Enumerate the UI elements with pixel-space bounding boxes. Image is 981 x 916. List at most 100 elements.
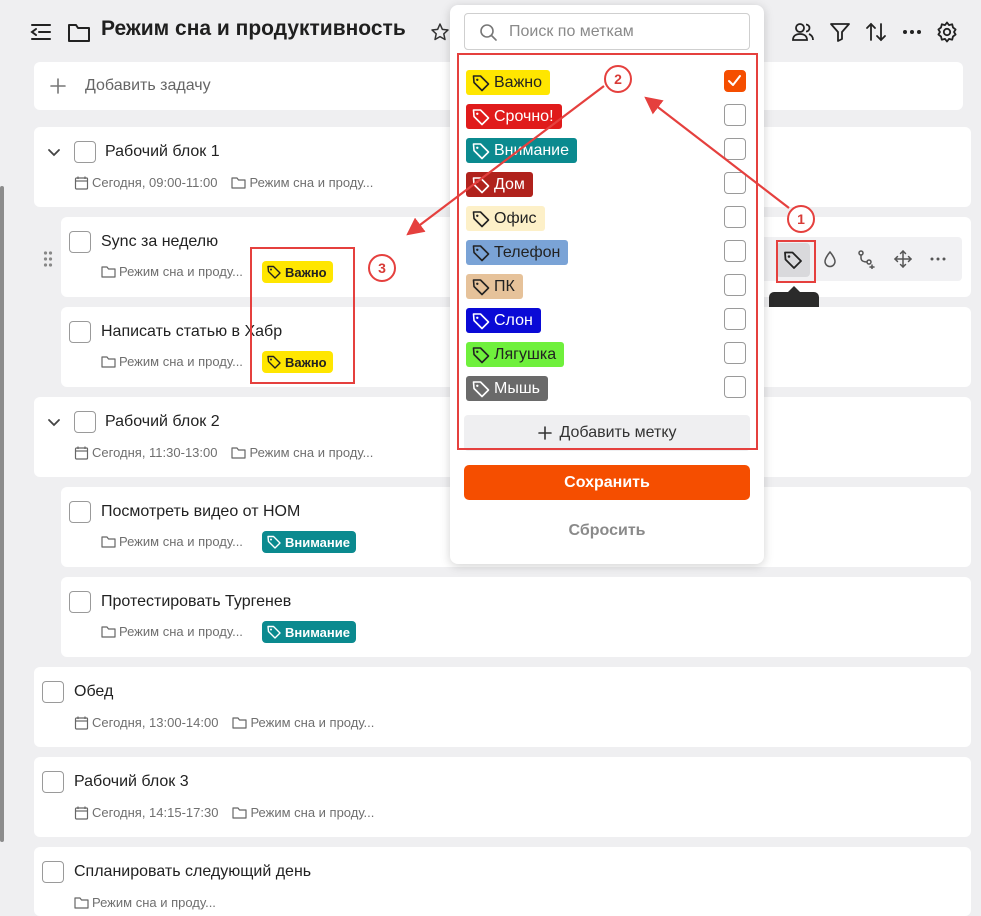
label-option[interactable]: Дом xyxy=(464,169,750,199)
task-checkbox[interactable] xyxy=(42,861,64,883)
task-checkbox[interactable] xyxy=(69,501,91,523)
label-name: Срочно! xyxy=(494,107,554,125)
menu-collapse-icon[interactable] xyxy=(30,22,52,42)
label-checkbox[interactable] xyxy=(724,172,746,194)
task-checkbox[interactable] xyxy=(69,321,91,343)
calendar-icon xyxy=(74,446,89,460)
calendar-icon xyxy=(74,176,89,190)
filter-icon[interactable] xyxy=(828,20,852,44)
task-project[interactable]: Режим сна и проду... xyxy=(119,264,243,279)
task-project[interactable]: Режим сна и проду... xyxy=(119,354,243,369)
move-icon[interactable] xyxy=(893,249,913,269)
tag-icon xyxy=(472,210,490,227)
label-checkbox[interactable] xyxy=(724,240,746,262)
label-chip[interactable]: Офис xyxy=(466,206,545,231)
task-project[interactable]: Режим сна и проду... xyxy=(250,715,374,730)
scrollbar[interactable] xyxy=(0,186,4,842)
folder-icon xyxy=(101,626,116,638)
save-button[interactable]: Сохранить xyxy=(464,465,750,500)
task-project[interactable]: Режим сна и проду... xyxy=(119,534,243,549)
label-chip[interactable]: Телефон xyxy=(466,240,569,265)
labels-popup: Важно Срочно! Внимание Дом Офис Телефон ПК Слон… xyxy=(450,5,764,564)
label-option[interactable]: Слон xyxy=(464,305,750,335)
label-option[interactable]: ПК xyxy=(464,271,750,301)
users-icon[interactable] xyxy=(791,20,815,44)
task-project[interactable]: Режим сна и проду... xyxy=(250,805,374,820)
label-chip[interactable]: Слон xyxy=(466,308,541,333)
label-name: Мышь xyxy=(494,379,540,397)
reset-button[interactable]: Сбросить xyxy=(464,517,750,545)
add-subtask-icon[interactable] xyxy=(856,249,876,269)
task-project[interactable]: Режим сна и проду... xyxy=(92,895,216,910)
task-meta: Сегодня, 09:00-11:00 Режим сна и проду..… xyxy=(74,175,373,190)
task-card[interactable]: Рабочий блок 3 Сегодня, 14:15-17:30 Режи… xyxy=(34,757,971,837)
folder-icon xyxy=(232,807,248,819)
task-tag[interactable]: Внимание xyxy=(262,531,356,553)
task-checkbox[interactable] xyxy=(69,591,91,613)
task-meta: Режим сна и проду... xyxy=(101,264,243,279)
task-tag-label: Важно xyxy=(285,264,327,280)
label-option[interactable]: Офис xyxy=(464,203,750,233)
task-tag[interactable]: Важно xyxy=(262,351,333,373)
label-option[interactable]: Лягушка xyxy=(464,339,750,369)
label-option[interactable]: Телефон xyxy=(464,237,750,267)
add-label-button[interactable]: Добавить метку xyxy=(464,415,750,451)
tags-button[interactable] xyxy=(776,243,810,277)
label-chip[interactable]: Лягушка xyxy=(466,342,565,367)
label-checkbox[interactable] xyxy=(724,376,746,398)
label-search-field[interactable] xyxy=(464,13,750,50)
task-checkbox[interactable] xyxy=(74,141,96,163)
more-icon[interactable] xyxy=(928,249,948,269)
tag-icon xyxy=(472,244,490,261)
tag-icon xyxy=(267,265,281,279)
task-date: Сегодня, 13:00-14:00 xyxy=(92,715,219,730)
task-project[interactable]: Режим сна и проду... xyxy=(249,175,373,190)
label-name: Дом xyxy=(494,175,525,193)
task-tag-label: Важно xyxy=(285,354,327,370)
label-checkbox[interactable] xyxy=(724,308,746,330)
more-icon[interactable] xyxy=(900,20,924,44)
task-checkbox[interactable] xyxy=(42,771,64,793)
task-tag[interactable]: Внимание xyxy=(262,621,356,643)
priority-drop-icon[interactable] xyxy=(820,249,840,269)
task-project[interactable]: Режим сна и проду... xyxy=(249,445,373,460)
label-checkbox[interactable] xyxy=(724,104,746,126)
settings-icon[interactable] xyxy=(935,20,959,44)
label-chip[interactable]: Внимание xyxy=(466,138,578,163)
label-option[interactable]: Внимание xyxy=(464,135,750,165)
task-meta: Сегодня, 14:15-17:30 Режим сна и проду..… xyxy=(74,805,374,820)
task-project[interactable]: Режим сна и проду... xyxy=(119,624,243,639)
label-chip[interactable]: ПК xyxy=(466,274,523,299)
check-icon xyxy=(728,75,741,86)
annotation-badge-1: 1 xyxy=(787,205,815,233)
drag-handle-icon[interactable] xyxy=(43,250,53,268)
task-card[interactable]: Спланировать следующий день Режим сна и … xyxy=(34,847,971,916)
tag-icon xyxy=(472,108,490,125)
task-meta: Режим сна и проду... xyxy=(101,624,243,639)
sort-icon[interactable] xyxy=(864,20,888,44)
task-checkbox[interactable] xyxy=(69,231,91,253)
chevron-down-icon[interactable] xyxy=(47,416,61,430)
label-chip[interactable]: Срочно! xyxy=(466,104,562,129)
label-chip[interactable]: Важно xyxy=(466,70,551,95)
label-checkbox[interactable] xyxy=(724,70,746,92)
label-checkbox[interactable] xyxy=(724,342,746,364)
label-option[interactable]: Срочно! xyxy=(464,101,750,131)
label-chip[interactable]: Мышь xyxy=(466,376,548,401)
task-card[interactable]: Протестировать Тургенев Режим сна и прод… xyxy=(61,577,971,657)
task-tag[interactable]: Важно xyxy=(262,261,333,283)
task-card[interactable]: Обед Сегодня, 13:00-14:00 Режим сна и пр… xyxy=(34,667,971,747)
label-checkbox[interactable] xyxy=(724,206,746,228)
star-icon[interactable] xyxy=(430,22,450,42)
chevron-down-icon[interactable] xyxy=(47,146,61,160)
task-title: Рабочий блок 3 xyxy=(74,773,189,790)
task-checkbox[interactable] xyxy=(42,681,64,703)
task-checkbox[interactable] xyxy=(74,411,96,433)
label-search-input[interactable] xyxy=(509,20,739,44)
tag-icon xyxy=(472,176,490,193)
label-name: Внимание xyxy=(494,141,570,159)
label-checkbox[interactable] xyxy=(724,138,746,160)
label-checkbox[interactable] xyxy=(724,274,746,296)
label-chip[interactable]: Дом xyxy=(466,172,533,197)
label-option[interactable]: Мышь xyxy=(464,373,750,403)
